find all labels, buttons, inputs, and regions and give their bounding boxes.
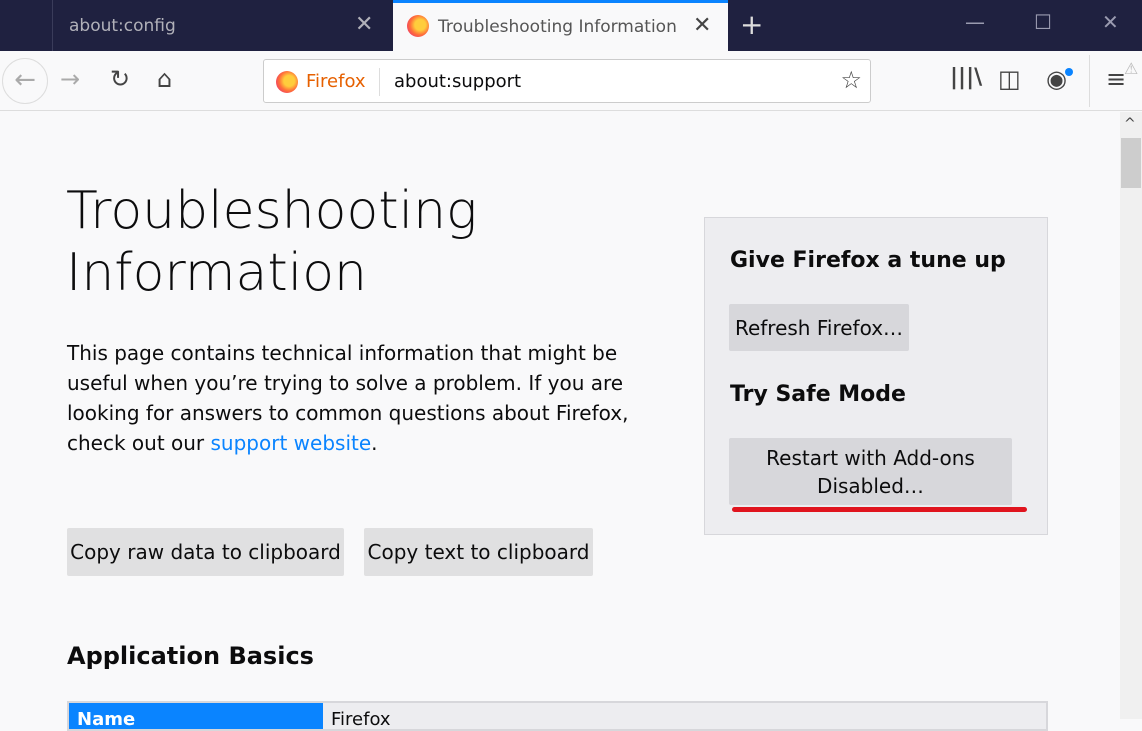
reload-icon[interactable]: ↻ [110,65,130,93]
annotation-underline [732,507,1027,512]
divider [1089,55,1090,107]
restart-addons-disabled-button[interactable]: Restart with Add-ons Disabled… [729,438,1012,505]
home-icon[interactable]: ⌂ [157,65,172,93]
url-input[interactable]: about:support [394,71,521,92]
copy-raw-data-button[interactable]: Copy raw data to clipboard [67,528,344,576]
library-icon[interactable]: |||\ [950,65,982,90]
minimize-icon[interactable]: — [965,10,985,34]
notification-dot [1065,68,1073,76]
tab-label: about:config [69,16,176,36]
warning-icon: ⚠ [1124,59,1139,78]
url-bar[interactable]: Firefox about:support ☆ [263,59,871,103]
intro-end: . [371,431,378,455]
scrollbar[interactable]: ^ [1120,112,1142,719]
tune-up-panel: Give Firefox a tune up Refresh Firefox… … [704,217,1048,535]
tune-up-heading: Give Firefox a tune up [730,248,1006,273]
close-tab-icon[interactable]: ✕ [693,13,711,38]
scrollbar-thumb[interactable] [1121,138,1141,188]
tab-strip: about:config ✕ Troubleshooting Informati… [0,0,1142,51]
identity-label: Firefox [306,71,366,92]
support-website-link[interactable]: support website [211,431,372,455]
tab-troubleshooting[interactable]: Troubleshooting Information ✕ [393,0,728,51]
page-title: Troubleshooting Information [66,181,478,303]
navigation-toolbar: ← → ↻ ⌂ Firefox about:support ☆ |||\ ◫ ◉… [0,51,1142,111]
copy-text-button[interactable]: Copy text to clipboard [364,528,593,576]
scroll-up-icon[interactable]: ^ [1124,116,1136,132]
refresh-firefox-button[interactable]: Refresh Firefox… [729,304,909,351]
bookmark-star-icon[interactable]: ☆ [840,66,862,94]
table-row-value: Firefox [331,709,391,730]
firefox-logo-icon [276,71,298,93]
account-icon[interactable]: ◉ [1046,65,1067,93]
tab-label: Troubleshooting Information [438,17,677,37]
application-basics-table: Name Firefox [67,701,1048,731]
sidebar-icon[interactable]: ◫ [998,65,1021,93]
forward-icon[interactable]: → [60,65,80,93]
application-basics-heading: Application Basics [67,642,314,670]
maximize-icon[interactable]: ☐ [1034,10,1052,34]
intro-text: This page contains technical information… [67,338,637,458]
new-tab-icon[interactable]: + [740,8,763,41]
table-row-key: Name [69,703,323,729]
safe-mode-heading: Try Safe Mode [730,382,906,407]
back-icon[interactable]: ← [2,58,48,104]
window-close-icon[interactable]: ✕ [1102,10,1119,34]
tab-about-config[interactable]: about:config ✕ [52,0,392,51]
divider [379,68,380,96]
close-tab-icon[interactable]: ✕ [355,12,373,37]
firefox-favicon-icon [407,15,429,37]
